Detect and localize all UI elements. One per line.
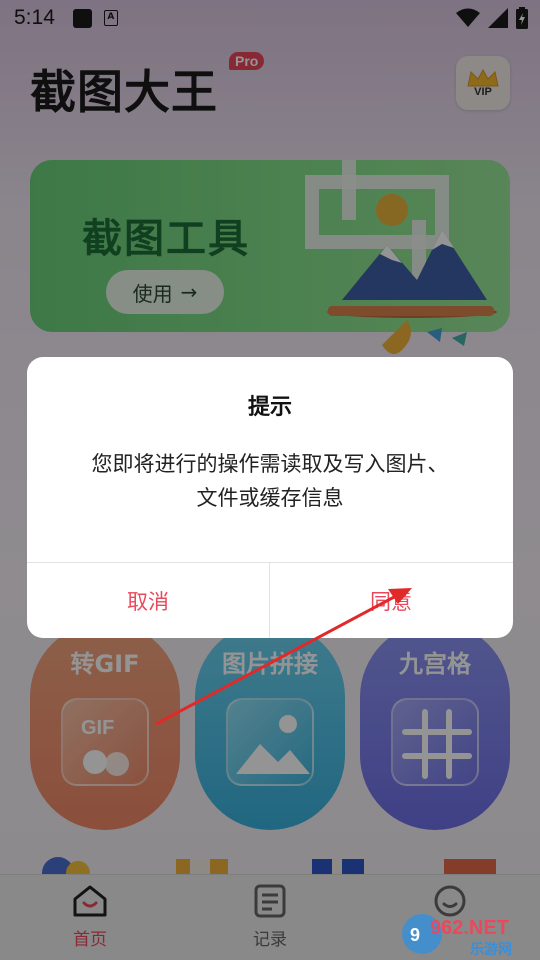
app-screen: 5:14 A 截图大王 Pro VIP 截图工具 使用 → 转GIF GIF 九…	[0, 0, 540, 960]
svg-text:9: 9	[410, 925, 420, 945]
site-watermark-logo: 9 962.NET 乐游网	[402, 914, 512, 958]
svg-text:乐游网: 乐游网	[470, 941, 512, 958]
annotation-arrow-icon	[155, 588, 412, 726]
svg-text:962.NET: 962.NET	[430, 917, 509, 939]
